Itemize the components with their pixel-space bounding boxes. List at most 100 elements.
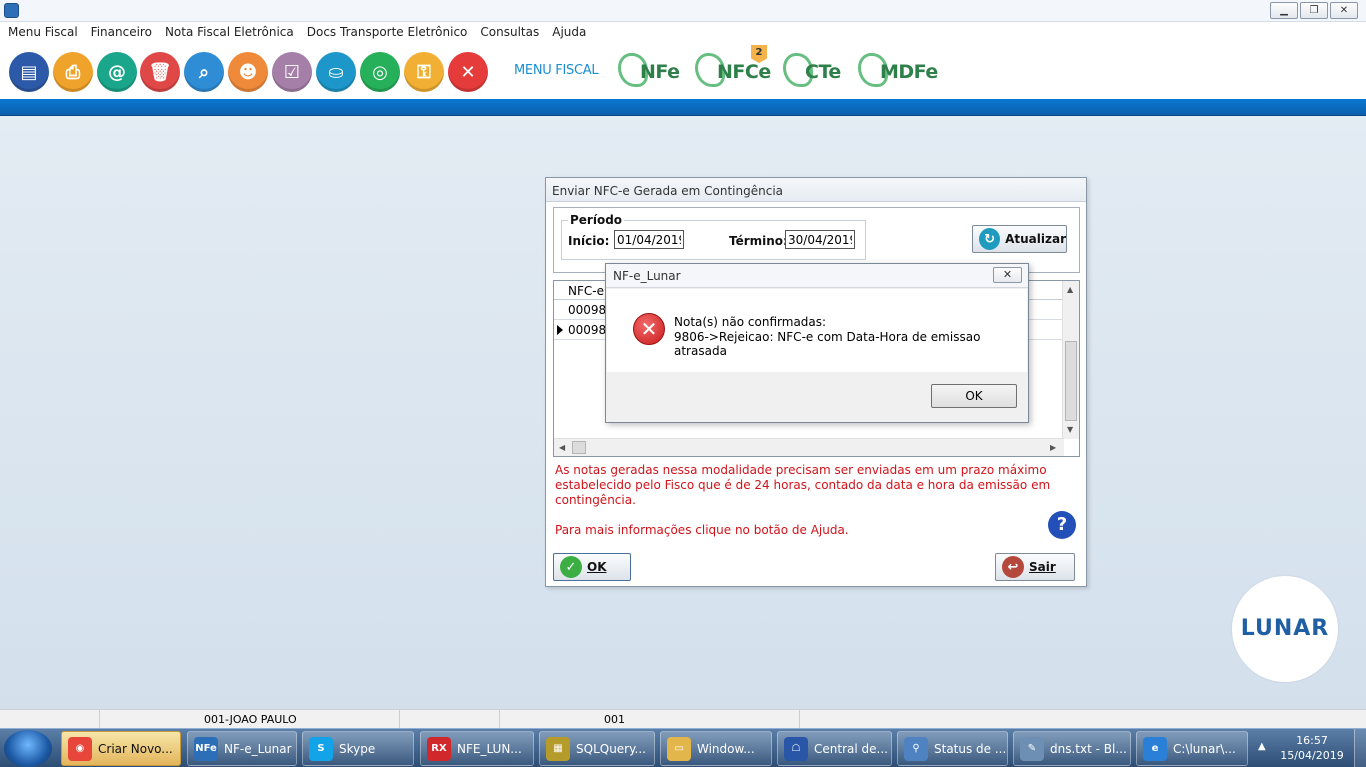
- horizontal-scrollbar[interactable]: ◀ ▶: [554, 438, 1064, 456]
- message-line-2: 9806->Rejeicao: NFC-e com Data-Hora de e…: [674, 330, 981, 358]
- restore-button[interactable]: ❐: [1300, 2, 1328, 19]
- atualizar-label: Atualizar: [1005, 232, 1066, 246]
- status-bar: 001-JOAO PAULO 001: [0, 709, 1366, 729]
- taskbar-item[interactable]: NFe NF-e_Lunar: [187, 731, 297, 766]
- message-close-button[interactable]: ✕: [993, 267, 1022, 283]
- report-search-icon[interactable]: ▤: [9, 52, 49, 92]
- users-icon[interactable]: ☻: [228, 52, 268, 92]
- menu-ajuda[interactable]: Ajuda: [546, 22, 593, 41]
- check-icon: ✓: [560, 556, 582, 578]
- toolbar: ▤ ⎙ @ 🗑 ⌕ ☻ ☑ ⛀ ◎ ⚿ ✕ MENU FISCAL NFe NFCe 2 CTe M…: [0, 41, 1366, 99]
- scroll-down-icon[interactable]: ▼: [1067, 425, 1073, 434]
- nfce-label: NFCe: [717, 61, 771, 83]
- header-strip: [0, 99, 1366, 116]
- taskbar-item-label: NF-e_Lunar: [224, 741, 292, 756]
- cte-button[interactable]: CTe: [783, 53, 845, 93]
- taskbar-item-label: Criar Novo...: [98, 741, 173, 756]
- taskbar-item[interactable]: ⚲ Status de ...: [897, 731, 1008, 766]
- taskbar-item-label: Skype: [339, 741, 376, 756]
- nfe-label: NFe: [640, 61, 680, 83]
- taskbar-app-icon: ▦: [546, 736, 570, 761]
- status-user: 001-JOAO PAULO: [100, 710, 400, 729]
- column-nfce[interactable]: NFC-e: [568, 284, 604, 298]
- taskbar-app-icon: S: [309, 736, 333, 761]
- vertical-scroll-thumb[interactable]: [1065, 341, 1077, 421]
- termino-date-input[interactable]: [785, 230, 855, 249]
- error-message-box: NF-e_Lunar ✕ ✕ Nota(s) não confirmadas: …: [605, 263, 1029, 423]
- close-button[interactable]: ✕: [1330, 2, 1358, 19]
- email-icon[interactable]: @: [97, 52, 137, 92]
- taskbar-item[interactable]: e C:\lunar\...: [1136, 731, 1248, 766]
- taskbar-item[interactable]: ✎ dns.txt - Bl...: [1013, 731, 1131, 766]
- taskbar-item-label: SQLQuery...: [576, 741, 646, 756]
- help-icon[interactable]: ?: [1048, 511, 1076, 539]
- help-info-text: Para mais informações clique no botão de…: [555, 523, 849, 537]
- mdfe-label: MDFe: [880, 61, 938, 83]
- clock[interactable]: 16:57 15/04/2019: [1278, 733, 1346, 763]
- checklist-icon[interactable]: ☑: [272, 52, 312, 92]
- start-button[interactable]: [4, 730, 52, 767]
- contingency-warning: As notas geradas nessa modalidade precis…: [555, 463, 1055, 538]
- taskbar-app-icon: ✎: [1020, 736, 1044, 761]
- scroll-left-icon[interactable]: ◀: [559, 443, 565, 452]
- scroll-up-icon[interactable]: ▲: [1067, 285, 1073, 294]
- inicio-label: Início:: [568, 234, 610, 248]
- cte-label: CTe: [805, 61, 841, 83]
- exit-arrow-icon: ↩: [1002, 556, 1024, 578]
- app-icon: [4, 3, 19, 18]
- horizontal-scroll-thumb[interactable]: [572, 441, 586, 454]
- mdfe-button[interactable]: MDFe: [858, 53, 938, 93]
- sair-label: Sair: [1029, 560, 1056, 574]
- dialog-title: Enviar NFC-e Gerada em Contingência: [546, 178, 1086, 202]
- nfce-cell: 00098: [568, 303, 607, 317]
- nfe-button[interactable]: NFe: [618, 53, 684, 93]
- message-box-title: NF-e_Lunar ✕: [606, 264, 1028, 288]
- coins-icon[interactable]: ◎: [360, 52, 400, 92]
- taskbar-item[interactable]: ▭ Window...: [660, 731, 772, 766]
- ok-button[interactable]: ✓ OK: [553, 553, 631, 581]
- taskbar-item[interactable]: ☖ Central de...: [777, 731, 892, 766]
- atualizar-button[interactable]: ↻ Atualizar: [972, 225, 1067, 253]
- trash-icon[interactable]: 🗑: [140, 52, 180, 92]
- minimize-button[interactable]: ▁: [1270, 2, 1298, 19]
- menu-docs-transporte[interactable]: Docs Transporte Eletrônico: [301, 22, 475, 41]
- status-cell-empty: [400, 710, 500, 729]
- taskbar-app-icon: ▭: [667, 736, 691, 761]
- nfce-cell: 00098: [568, 323, 607, 337]
- taskbar-item-label: dns.txt - Bl...: [1050, 741, 1127, 756]
- error-icon: ✕: [633, 313, 665, 345]
- menu-consultas[interactable]: Consultas: [474, 22, 546, 41]
- taskbar-app-icon: RX: [427, 736, 451, 761]
- ok-label: OK: [587, 560, 607, 574]
- taskbar-item[interactable]: S Skype: [302, 731, 414, 766]
- vertical-scrollbar[interactable]: ▲ ▼: [1062, 281, 1079, 439]
- taskbar-item-label: C:\lunar\...: [1173, 741, 1236, 756]
- sair-button[interactable]: ↩ Sair: [995, 553, 1075, 581]
- termino-label: Término:: [729, 234, 788, 248]
- menu-nota-fiscal-eletronica[interactable]: Nota Fiscal Eletrônica: [159, 22, 301, 41]
- status-code: 001: [500, 710, 800, 729]
- taskbar-app-icon: e: [1143, 736, 1167, 761]
- menu-fiscal-label: MENU FISCAL: [514, 63, 599, 78]
- key-icon[interactable]: ⚿: [404, 52, 444, 92]
- inicio-date-input[interactable]: [614, 230, 684, 249]
- clock-time: 16:57: [1296, 734, 1328, 747]
- tray-expand-icon[interactable]: ▲: [1258, 741, 1266, 752]
- basket-icon[interactable]: ⛀: [316, 52, 356, 92]
- menu-menu-fiscal[interactable]: Menu Fiscal: [2, 22, 85, 41]
- printer-icon[interactable]: ⎙: [53, 52, 93, 92]
- menu-financeiro[interactable]: Financeiro: [85, 22, 159, 41]
- search-icon[interactable]: ⌕: [184, 52, 224, 92]
- message-ok-button[interactable]: OK: [931, 384, 1017, 408]
- taskbar: ◉ Criar Novo... NFe NF-e_Lunar S Skype RX NFE_L…: [0, 728, 1366, 767]
- show-desktop-button[interactable]: [1354, 729, 1366, 767]
- taskbar-app-icon: ☖: [784, 736, 808, 761]
- taskbar-item[interactable]: ◉ Criar Novo...: [61, 731, 181, 766]
- row-pointer-icon: [557, 325, 563, 335]
- taskbar-item-label: Status de ...: [934, 741, 1007, 756]
- taskbar-item[interactable]: RX NFE_LUN...: [420, 731, 534, 766]
- message-box-title-text: NF-e_Lunar: [613, 269, 681, 283]
- taskbar-item[interactable]: ▦ SQLQuery...: [539, 731, 655, 766]
- exit-icon[interactable]: ✕: [448, 52, 488, 92]
- scroll-right-icon[interactable]: ▶: [1050, 443, 1056, 452]
